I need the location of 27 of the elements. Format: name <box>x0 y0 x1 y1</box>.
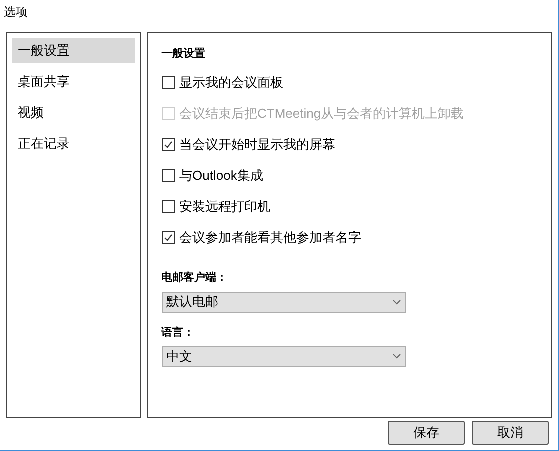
window-title: 选项 <box>4 5 28 19</box>
dropdown[interactable]: 中文 <box>162 346 406 367</box>
checkbox[interactable] <box>162 231 175 244</box>
field-label: 电邮客户端： <box>162 270 229 286</box>
option-label: 会议结束后把CTMeeting从与会者的计算机上卸载 <box>180 104 464 123</box>
chevron-down-icon <box>392 354 401 359</box>
option-label: 安装远程打印机 <box>180 198 271 216</box>
check-icon <box>164 234 173 242</box>
dialog-button[interactable]: 取消 <box>472 421 549 445</box>
check-icon <box>164 140 173 148</box>
sidebar-item[interactable]: 视频 <box>12 100 135 125</box>
field-label: 语言： <box>162 326 196 340</box>
sidebar-item[interactable]: 一般设置 <box>12 38 135 63</box>
dropdown[interactable]: 默认电邮 <box>162 292 406 312</box>
option-label: 与Outlook集成 <box>180 166 264 185</box>
checkbox[interactable] <box>162 76 175 89</box>
option-label: 会议参加者能看其他参加者名字 <box>180 228 362 247</box>
sidebar-item[interactable]: 正在记录 <box>12 131 135 156</box>
option-label: 当会议开始时显示我的屏幕 <box>180 136 336 154</box>
dialog-button[interactable]: 保存 <box>388 421 465 445</box>
section-heading: 一般设置 <box>162 46 207 62</box>
checkbox[interactable] <box>162 169 175 182</box>
sidebar-item[interactable]: 桌面共享 <box>12 69 135 94</box>
checkbox[interactable] <box>162 138 175 151</box>
chevron-down-icon <box>392 300 401 304</box>
option-label: 显示我的会议面板 <box>180 74 284 92</box>
checkbox[interactable] <box>162 200 175 213</box>
